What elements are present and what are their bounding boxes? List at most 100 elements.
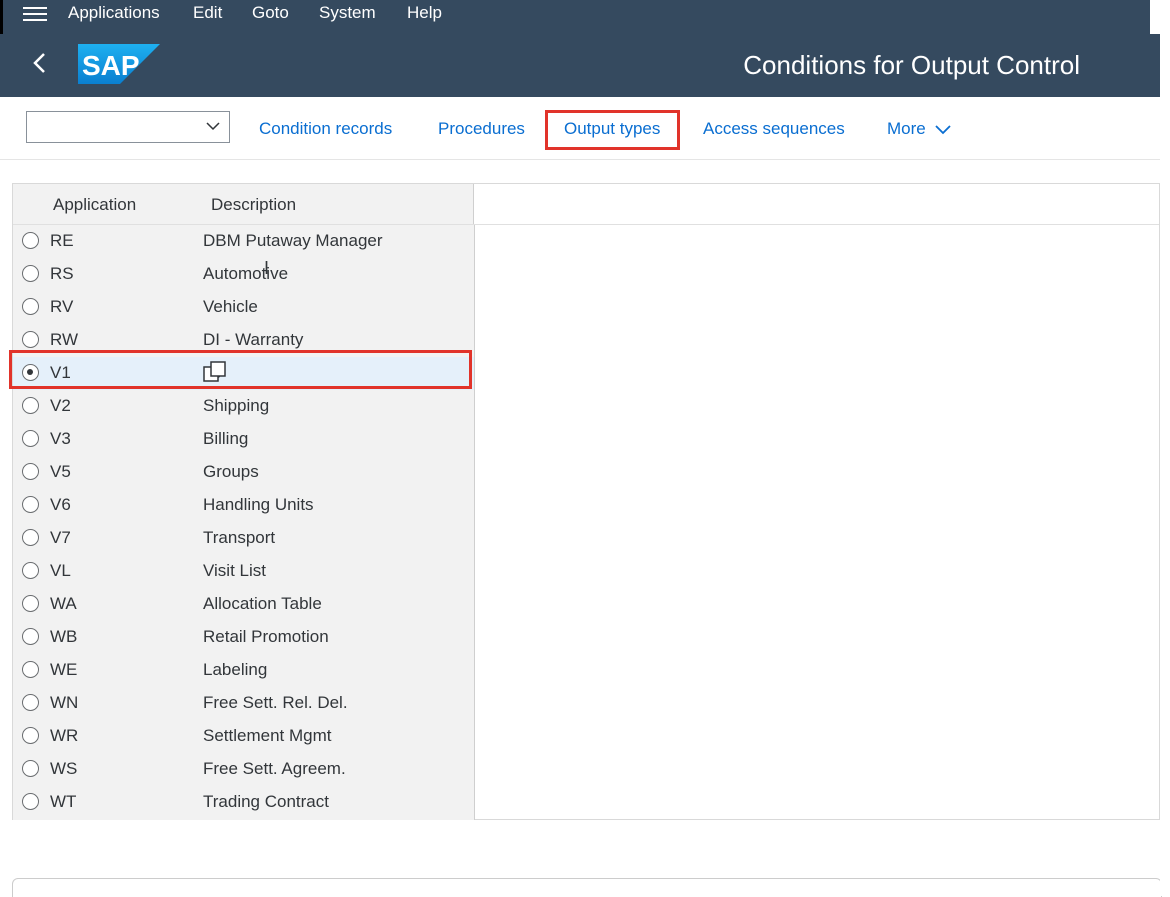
- table-row[interactable]: WB Retail Promotion: [13, 621, 474, 654]
- table-row[interactable]: WS Free Sett. Agreem.: [13, 753, 474, 786]
- column-header-description[interactable]: Description: [202, 184, 474, 224]
- row-selector[interactable]: [13, 291, 48, 324]
- radio-button[interactable]: [22, 562, 39, 579]
- radio-button[interactable]: [22, 628, 39, 645]
- table-row[interactable]: WE Labeling: [13, 654, 474, 687]
- radio-button[interactable]: [22, 727, 39, 744]
- select-column-header[interactable]: [13, 184, 49, 224]
- row-selector[interactable]: [13, 456, 48, 489]
- application-code: WA: [50, 594, 77, 613]
- row-selector[interactable]: [13, 225, 48, 258]
- window-edge: [1160, 0, 1170, 896]
- table-row[interactable]: V2 Shipping: [13, 390, 474, 423]
- table-row[interactable]: RV Vehicle: [13, 291, 474, 324]
- table-row[interactable]: RS Automotive: [13, 258, 474, 291]
- application-description: Allocation Table: [203, 594, 322, 613]
- highlight-selected-row: [9, 350, 472, 389]
- row-selector[interactable]: [13, 687, 48, 720]
- application-description: DI - Warranty: [203, 330, 304, 349]
- row-selector[interactable]: [13, 489, 48, 522]
- row-selector[interactable]: [13, 555, 48, 588]
- highlight-output-types: [545, 110, 680, 150]
- table-row[interactable]: V5 Groups: [13, 456, 474, 489]
- sap-logo[interactable]: SAP: [78, 44, 160, 89]
- table-row[interactable]: WN Free Sett. Rel. Del.: [13, 687, 474, 720]
- copy-icon: [203, 361, 226, 382]
- table-row[interactable]: RE DBM Putaway Manager: [13, 225, 474, 258]
- row-selector[interactable]: [13, 720, 48, 753]
- application-code: RW: [50, 330, 79, 349]
- application-code: V6: [50, 495, 71, 514]
- text-cursor-icon: I: [264, 258, 270, 278]
- row-selector[interactable]: [13, 621, 48, 654]
- footer-bar: [12, 878, 1162, 897]
- radio-button[interactable]: [22, 760, 39, 777]
- application-description: DBM Putaway Manager: [203, 231, 383, 250]
- more-label: More: [887, 119, 926, 138]
- back-icon[interactable]: [30, 48, 54, 78]
- row-selector[interactable]: [13, 786, 48, 819]
- application-code: WT: [50, 792, 77, 811]
- application-code: V7: [50, 528, 71, 547]
- table-row[interactable]: WA Allocation Table: [13, 588, 474, 621]
- radio-button[interactable]: [22, 595, 39, 612]
- more-button[interactable]: More: [887, 119, 952, 139]
- application-description: Vehicle: [203, 297, 258, 316]
- menu-applications[interactable]: Applications: [68, 3, 160, 23]
- table-header: Application Description: [13, 184, 1159, 225]
- application-code: RV: [50, 297, 74, 316]
- menu-system[interactable]: System: [319, 3, 376, 23]
- application-description: Billing: [203, 429, 249, 448]
- menu-bar: Applications Edit Goto System Help: [0, 0, 1160, 34]
- row-selector[interactable]: [13, 423, 48, 456]
- radio-button[interactable]: [22, 529, 39, 546]
- column-header-application[interactable]: Application: [48, 184, 203, 224]
- application-code: WE: [50, 660, 78, 679]
- row-selector[interactable]: [13, 522, 48, 555]
- menu-edit[interactable]: Edit: [193, 3, 222, 23]
- table-row[interactable]: V3 Billing: [13, 423, 474, 456]
- sap-logo-text: SAP: [82, 50, 140, 81]
- radio-button[interactable]: [22, 331, 39, 348]
- application-description: Free Sett. Rel. Del.: [203, 693, 348, 712]
- radio-button[interactable]: [22, 793, 39, 810]
- radio-button[interactable]: [22, 430, 39, 447]
- application-code: WS: [50, 759, 78, 778]
- radio-button[interactable]: [22, 397, 39, 414]
- radio-button[interactable]: [22, 694, 39, 711]
- table-row[interactable]: V6 Handling Units: [13, 489, 474, 522]
- access-sequences-button[interactable]: Access sequences: [703, 119, 845, 139]
- row-selector[interactable]: [13, 258, 48, 291]
- application-description: Trading Contract: [203, 792, 329, 811]
- radio-button[interactable]: [22, 265, 39, 282]
- application-code: WB: [50, 627, 78, 646]
- radio-button[interactable]: [22, 232, 39, 249]
- row-selector[interactable]: [13, 654, 48, 687]
- application-description: Retail Promotion: [203, 627, 329, 646]
- application-description: Settlement Mgmt: [203, 726, 332, 745]
- variant-select[interactable]: [26, 111, 230, 143]
- page-title: Conditions for Output Control: [743, 50, 1080, 80]
- menu-help[interactable]: Help: [407, 3, 442, 23]
- row-selector[interactable]: [13, 390, 48, 423]
- table-row[interactable]: VL Visit List: [13, 555, 474, 588]
- table-panel: Application Description RE DBM Putaway Ma…: [12, 183, 1160, 820]
- application-code: V3: [50, 429, 71, 448]
- table-row[interactable]: WR Settlement Mgmt: [13, 720, 474, 753]
- hamburger-menu-icon[interactable]: [23, 3, 47, 27]
- table-row[interactable]: WT Trading Contract: [13, 786, 474, 819]
- application-description: Transport: [203, 528, 276, 547]
- radio-button[interactable]: [22, 661, 39, 678]
- application-description: Free Sett. Agreem.: [203, 759, 346, 778]
- radio-button[interactable]: [22, 463, 39, 480]
- application-code: RE: [50, 231, 74, 250]
- table-row[interactable]: V7 Transport: [13, 522, 474, 555]
- condition-records-button[interactable]: Condition records: [259, 119, 392, 139]
- application-code: V5: [50, 462, 71, 481]
- procedures-button[interactable]: Procedures: [438, 119, 525, 139]
- row-selector[interactable]: [13, 588, 48, 621]
- radio-button[interactable]: [22, 496, 39, 513]
- row-selector[interactable]: [13, 753, 48, 786]
- menu-goto[interactable]: Goto: [252, 3, 289, 23]
- radio-button[interactable]: [22, 298, 39, 315]
